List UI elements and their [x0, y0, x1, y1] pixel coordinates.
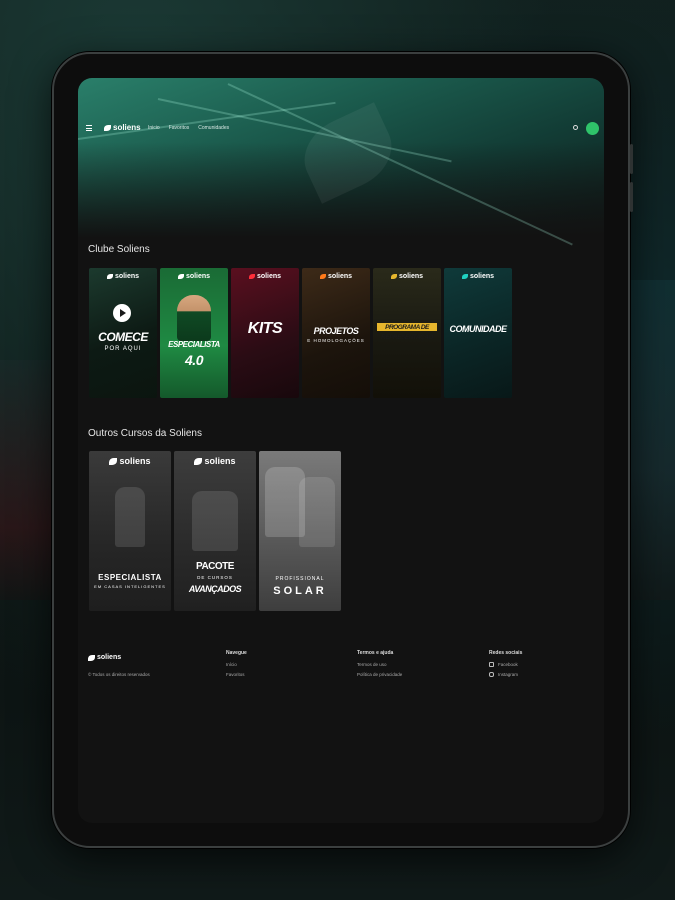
leaf-icon	[104, 124, 111, 131]
footer-link-privacidade[interactable]: Política de privacidade	[357, 672, 402, 677]
search-icon[interactable]	[573, 125, 578, 130]
hero-banner	[78, 78, 604, 246]
course-card-pacote[interactable]: soliens PACOTE DE CURSOS AVANÇADOS	[174, 451, 256, 611]
facebook-icon	[489, 662, 494, 667]
card-brand: soliens	[444, 273, 512, 280]
footer-logo-text: soliens	[97, 654, 122, 661]
footer-link-facebook[interactable]: Facebook	[489, 662, 522, 667]
soliens-logo[interactable]: soliens	[104, 123, 141, 132]
people-graphic	[192, 491, 238, 551]
card-title-2: AVANÇADOS	[188, 584, 242, 594]
course-card-projetos[interactable]: soliens PROJETOS E HOMOLOGAÇÕES	[302, 268, 370, 398]
card-title: PROJETOS	[313, 326, 359, 336]
card-brand: soliens	[373, 273, 441, 280]
section-title-clube: Clube Soliens	[88, 244, 150, 255]
card-brand: soliens	[302, 273, 370, 280]
section-title-outros: Outros Cursos da Soliens	[88, 428, 202, 439]
card-title: KITS	[247, 320, 283, 337]
hero-leaf-graphic	[292, 102, 404, 204]
nav-link-comunidades[interactable]: Comunidades	[198, 125, 229, 131]
footer-col-redes: Redes sociais Facebook Instagram	[489, 650, 522, 682]
leaf-icon	[88, 654, 95, 661]
footer-link-instagram[interactable]: Instagram	[489, 672, 522, 677]
card-title: PROGRAMA DE REPRESENTAÇÃO	[381, 324, 433, 341]
instagram-icon	[489, 672, 494, 677]
footer-logo[interactable]: soliens	[88, 654, 121, 661]
course-card-casas-inteligentes[interactable]: soliens ESPECIALISTA EM CASAS INTELIGENT…	[89, 451, 171, 611]
card-title: COMECE	[98, 330, 148, 344]
volume-button	[630, 144, 633, 174]
avatar[interactable]	[586, 122, 599, 135]
volume-button	[630, 182, 633, 212]
card-brand: soliens	[160, 273, 228, 280]
nav-link-favoritos[interactable]: Favoritos	[169, 125, 190, 131]
course-card-comunidade[interactable]: soliens COMUNIDADE	[444, 268, 512, 398]
card-title: ESPECIALISTA	[98, 573, 162, 582]
card-title: PACOTE	[196, 561, 234, 572]
card-brand: soliens	[89, 273, 157, 280]
footer-link-favoritos[interactable]: Favoritos	[226, 672, 247, 677]
course-card-programa[interactable]: soliens PROGRAMA DE REPRESENTAÇÃO	[373, 268, 441, 398]
smartphone-graphic	[115, 487, 145, 547]
footer-link-inicio[interactable]: Início	[226, 662, 247, 667]
course-card-especialista[interactable]: soliens ESPECIALISTA 4.0	[160, 268, 228, 398]
footer-heading: Termos e ajuda	[357, 650, 394, 656]
footer-col-navegue: Navegue Início Favoritos	[226, 650, 247, 682]
course-card-profissional-solar[interactable]: PROFISSIONAL SOLAR	[259, 451, 341, 611]
logo-text: soliens	[113, 123, 141, 132]
app-screen: soliens Inicio Favoritos Comunidades Clu…	[78, 78, 604, 823]
play-icon	[113, 304, 131, 322]
light-beam	[227, 83, 573, 246]
footer-heading: Navegue	[226, 650, 247, 656]
card-subtitle: POR AQUI	[104, 346, 142, 352]
nav-links: Inicio Favoritos Comunidades	[148, 125, 229, 131]
footer-col-termos: Termos e ajuda Termos de uso Política de…	[357, 650, 402, 682]
course-card-comece[interactable]: soliens COMECE POR AQUI	[89, 268, 157, 398]
card-subtitle: E HOMOLOGAÇÕES	[307, 338, 365, 343]
card-subtitle: PROFISSIONAL	[275, 576, 325, 582]
top-nav: soliens Inicio Favoritos Comunidades	[78, 122, 604, 136]
footer-heading: Redes sociais	[489, 650, 523, 656]
card-title: SOLAR	[273, 585, 327, 597]
hamburger-menu-icon[interactable]	[86, 125, 92, 131]
copyright: © Todos os direitos reservados	[88, 672, 150, 677]
card-version: 4.0	[185, 352, 203, 368]
card-brand: soliens	[174, 456, 256, 466]
card-subtitle: DE CURSOS	[197, 575, 233, 580]
background-poster-left	[0, 360, 52, 600]
worker-graphic	[299, 477, 335, 547]
footer-link-termos[interactable]: Termos de uso	[357, 662, 402, 667]
course-card-kits[interactable]: soliens KITS	[231, 268, 299, 398]
background-poster-right	[627, 280, 675, 600]
card-title: ESPECIALISTA	[168, 340, 220, 349]
instructor-photo	[177, 295, 211, 341]
card-title: COMUNIDADE	[449, 324, 508, 334]
card-brand: soliens	[231, 273, 299, 280]
nav-link-inicio[interactable]: Inicio	[148, 125, 160, 131]
card-subtitle: EM CASAS INTELIGENTES	[94, 584, 166, 589]
card-brand: soliens	[89, 456, 171, 466]
